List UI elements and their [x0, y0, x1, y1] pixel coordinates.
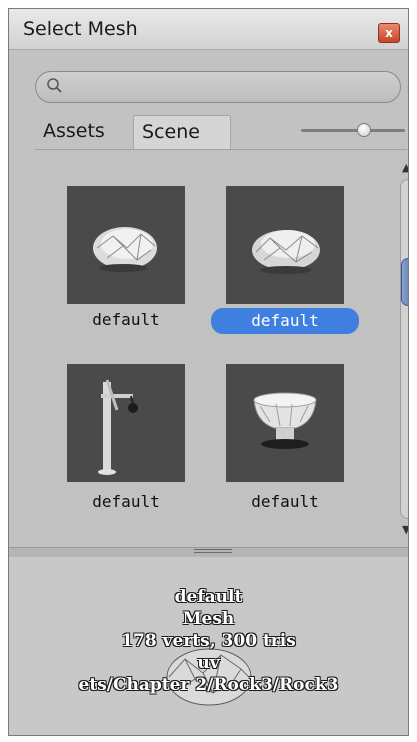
search-field[interactable] — [35, 71, 401, 103]
rock-mesh-icon — [93, 227, 157, 272]
preview-name: default — [174, 587, 243, 607]
tab-scene[interactable]: Scene — [133, 115, 231, 149]
mesh-item-thumbnail[interactable] — [226, 186, 344, 304]
slider-thumb[interactable] — [357, 123, 371, 137]
preview-stats: 178 verts, 300 tris — [121, 631, 296, 651]
mesh-grid: default default default default — [35, 149, 407, 542]
mesh-item-label[interactable]: default — [52, 310, 200, 329]
rock-mesh-icon — [252, 230, 320, 274]
mesh-item-thumbnail[interactable] — [67, 186, 185, 304]
mesh-item-label-selected[interactable]: default — [211, 308, 359, 334]
title-bar[interactable]: Select Mesh x — [9, 9, 408, 50]
mesh-item-label[interactable]: default — [211, 492, 359, 511]
search-input[interactable] — [70, 76, 394, 100]
tab-assets[interactable]: Assets — [35, 115, 131, 149]
search-icon — [47, 78, 62, 93]
vertical-scrollbar[interactable]: ▲ ▼ — [398, 151, 408, 543]
zoom-slider[interactable] — [301, 120, 405, 142]
mesh-item-thumbnail[interactable] — [67, 364, 185, 482]
close-icon: x — [385, 26, 393, 40]
mesh-item-label[interactable]: default — [52, 492, 200, 511]
close-button[interactable]: x — [378, 23, 400, 43]
scroll-down-arrow-icon[interactable]: ▼ — [402, 523, 408, 536]
preview-channels: uv — [197, 653, 220, 673]
scroll-thumb[interactable] — [401, 258, 408, 306]
select-mesh-window: Select Mesh x Assets Scene default defau… — [8, 8, 409, 736]
scroll-up-arrow-icon[interactable]: ▲ — [402, 161, 408, 174]
window-title: Select Mesh — [23, 18, 138, 40]
slider-track — [301, 129, 405, 132]
lamp-post-mesh-icon — [98, 379, 138, 475]
fountain-mesh-icon — [253, 392, 317, 449]
preview-type: Mesh — [182, 609, 235, 629]
preview-path: ets/Chapter 2/Rock3/Rock3 — [78, 675, 339, 695]
mesh-item-thumbnail[interactable] — [226, 364, 344, 482]
mesh-preview-panel: default Mesh 178 verts, 300 tris uv ets/… — [9, 557, 408, 735]
splitter-grip-icon[interactable] — [194, 549, 232, 555]
scroll-track[interactable] — [400, 179, 408, 519]
